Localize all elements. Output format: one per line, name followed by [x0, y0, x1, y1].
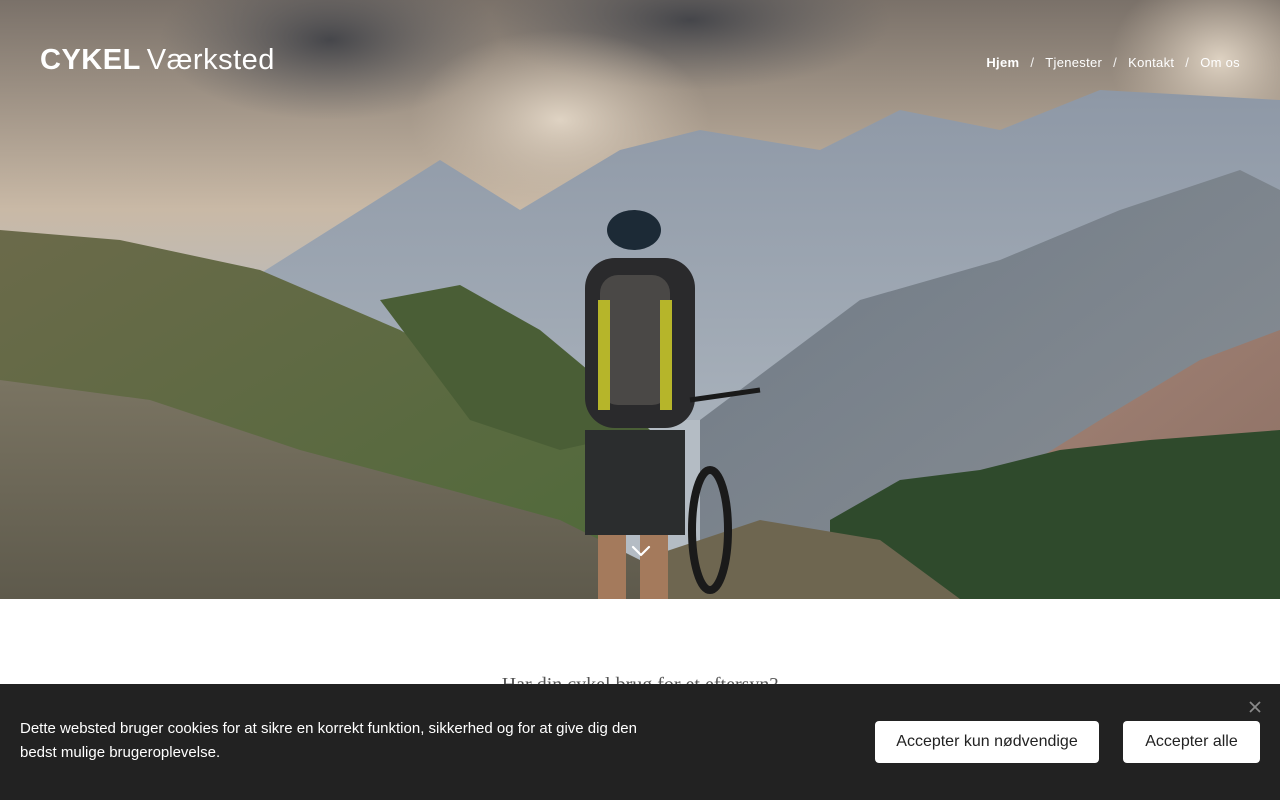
- main-nav: Hjem / Tjenester / Kontakt / Om os: [986, 55, 1240, 70]
- nav-item-om-os[interactable]: Om os: [1200, 55, 1240, 70]
- cookie-message: Dette websted bruger cookies for at sikr…: [20, 720, 637, 761]
- hero-banner: CYKEL Værksted Hjem / Tjenester / Kontakt…: [0, 0, 1280, 599]
- accept-all-button[interactable]: Accepter alle: [1123, 721, 1260, 763]
- accept-necessary-button[interactable]: Accepter kun nødvendige: [875, 721, 1099, 763]
- cookie-banner: Dette websted bruger cookies for at sikr…: [0, 684, 1280, 800]
- nav-item-tjenester[interactable]: Tjenester: [1045, 55, 1102, 70]
- close-icon[interactable]: [1248, 698, 1262, 713]
- logo-light-text: Værksted: [146, 44, 275, 76]
- logo-strong-text: CYKEL: [40, 44, 141, 76]
- nav-separator: /: [1113, 55, 1118, 70]
- site-logo[interactable]: CYKEL Værksted: [40, 44, 275, 77]
- nav-separator: /: [1185, 55, 1190, 70]
- chevron-down-icon[interactable]: [631, 543, 651, 559]
- nav-item-hjem[interactable]: Hjem: [986, 55, 1019, 70]
- hero-image: [0, 0, 1280, 599]
- nav-separator: /: [1030, 55, 1035, 70]
- nav-item-kontakt[interactable]: Kontakt: [1128, 55, 1174, 70]
